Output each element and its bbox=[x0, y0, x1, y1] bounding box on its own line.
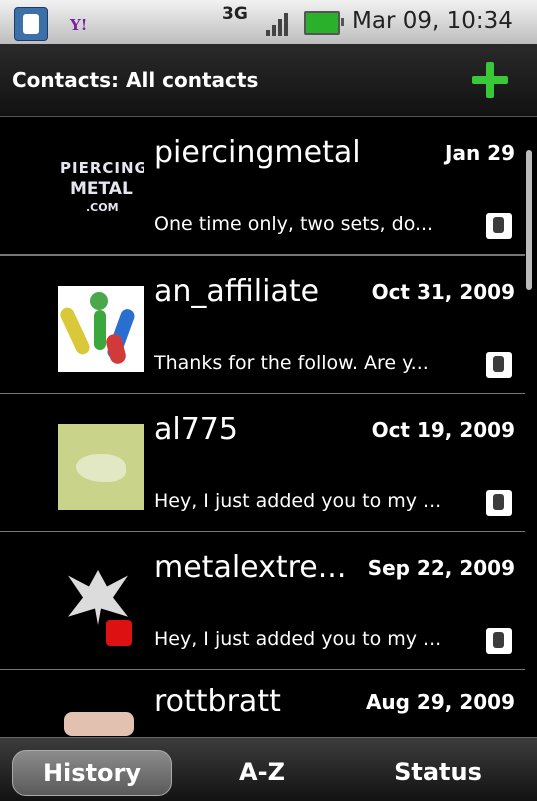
scrollbar[interactable] bbox=[526, 150, 532, 290]
contact-message: Hey, I just added you to my ... bbox=[154, 490, 442, 512]
status-clock: Mar 09, 10:34 bbox=[352, 8, 513, 34]
twitter-icon bbox=[486, 490, 512, 516]
title-bar: Contacts: All contacts bbox=[0, 44, 537, 117]
contact-row[interactable]: rottbratt Aug 29, 2009 bbox=[0, 670, 525, 737]
contact-name: rottbratt bbox=[154, 684, 281, 719]
contact-name: metalextre... bbox=[154, 550, 347, 585]
avatar bbox=[58, 562, 144, 648]
avatar-logo-text: PIERCING bbox=[60, 159, 144, 177]
tab-history[interactable]: History bbox=[12, 750, 172, 796]
avatar bbox=[58, 700, 144, 737]
status-bar: Y! 3G Mar 09, 10:34 bbox=[0, 0, 537, 44]
twitter-notification-icon[interactable] bbox=[14, 7, 48, 41]
yahoo-notification-icon[interactable]: Y! bbox=[70, 16, 87, 34]
twitter-icon bbox=[486, 628, 512, 654]
add-contact-button[interactable] bbox=[472, 62, 508, 98]
tab-bar: History A-Z Status bbox=[0, 737, 537, 801]
contact-message: One time only, two sets, do... bbox=[154, 213, 434, 235]
contact-date: Oct 19, 2009 bbox=[371, 418, 515, 442]
tab-status[interactable]: Status bbox=[378, 750, 498, 794]
contact-row[interactable]: PIERCING METAL .COM piercingmetal Jan 29… bbox=[0, 117, 525, 256]
page-title: Contacts: All contacts bbox=[12, 68, 259, 92]
avatar-logo-text: .COM bbox=[86, 201, 119, 214]
contact-name: an_affiliate bbox=[154, 274, 320, 309]
twitter-icon bbox=[486, 352, 512, 378]
contact-message: Hey, I just added you to my ... bbox=[154, 628, 442, 650]
avatar-logo-text: METAL bbox=[70, 179, 133, 199]
contact-row[interactable]: al775 Oct 19, 2009 Hey, I just added you… bbox=[0, 394, 525, 533]
avatar: PIERCING METAL .COM bbox=[58, 147, 144, 233]
contact-date: Oct 31, 2009 bbox=[371, 280, 515, 304]
contact-date: Jan 29 bbox=[445, 141, 515, 165]
contact-date: Sep 22, 2009 bbox=[367, 556, 515, 580]
tab-a-z[interactable]: A-Z bbox=[212, 750, 312, 794]
contact-row[interactable]: an_affiliate Oct 31, 2009 Thanks for the… bbox=[0, 256, 525, 395]
twitter-icon bbox=[486, 213, 512, 239]
battery-icon bbox=[304, 11, 344, 35]
avatar bbox=[58, 424, 144, 510]
contact-message: Thanks for the follow. Are y... bbox=[154, 352, 429, 374]
contact-date: Aug 29, 2009 bbox=[365, 690, 515, 714]
contact-row[interactable]: metalextre... Sep 22, 2009 Hey, I just a… bbox=[0, 532, 525, 671]
network-type: 3G bbox=[222, 4, 248, 24]
signal-icon bbox=[266, 12, 292, 36]
contact-name: piercingmetal bbox=[154, 135, 361, 170]
contact-name: al775 bbox=[154, 412, 238, 447]
avatar bbox=[58, 286, 144, 372]
